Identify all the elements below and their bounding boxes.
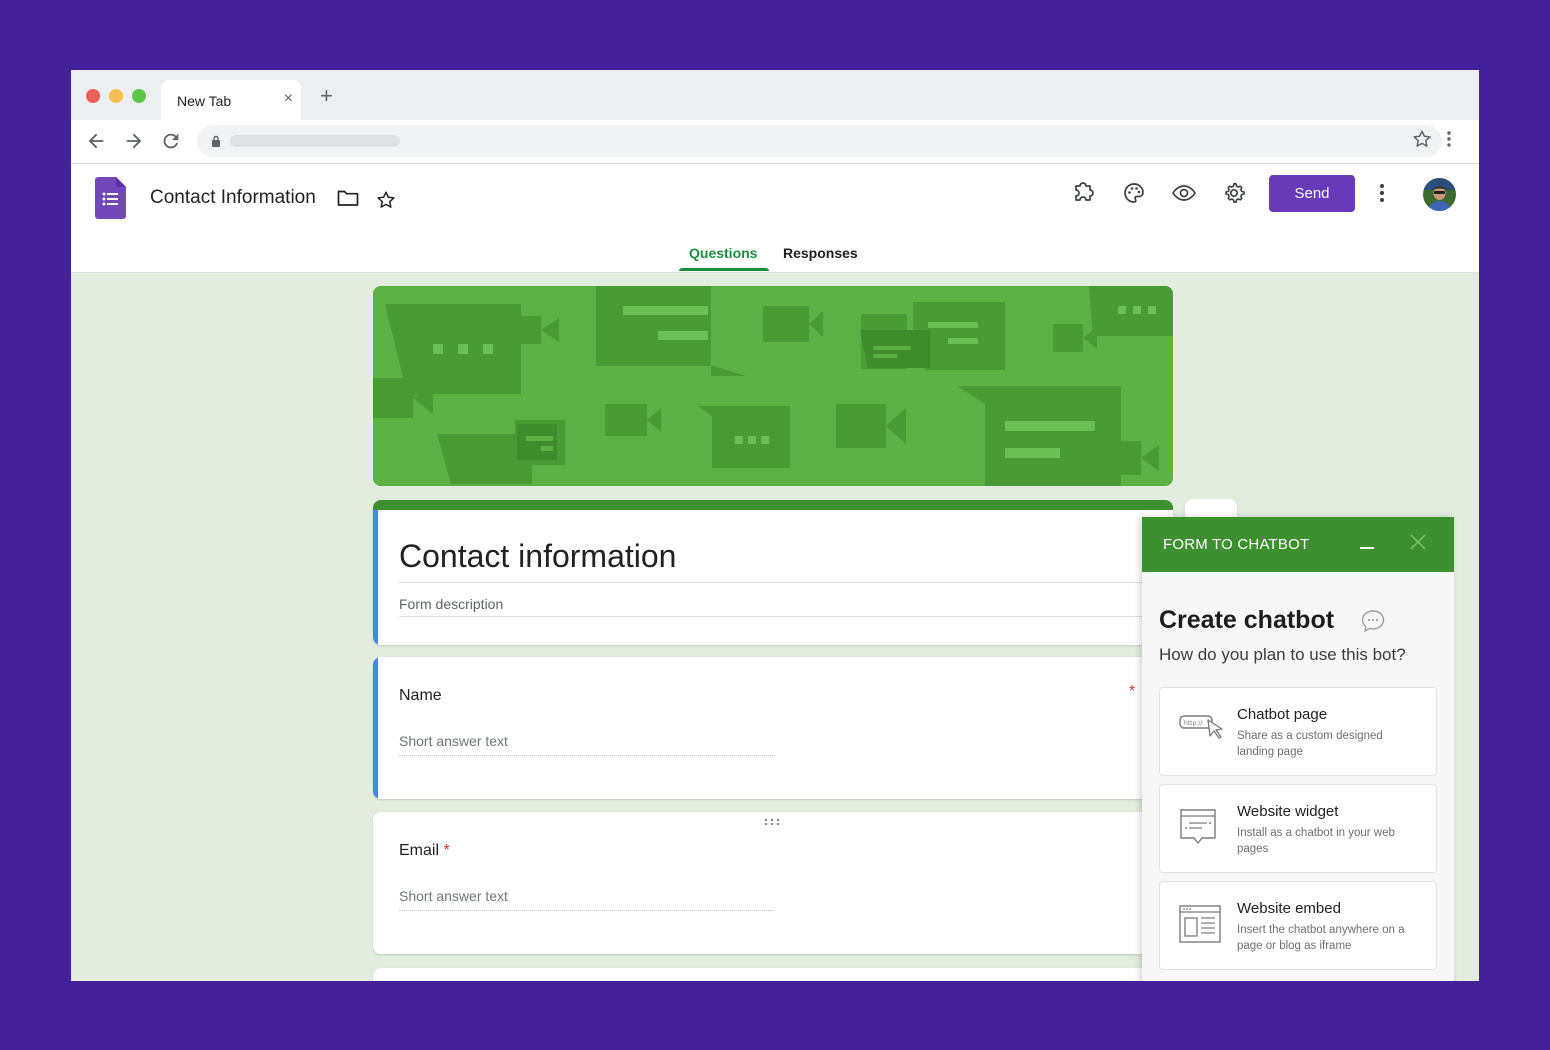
option-title: Website widget (1237, 803, 1339, 820)
form-title-card[interactable]: Contact information Form description (373, 500, 1173, 645)
bookmark-star-icon[interactable] (1411, 128, 1433, 150)
forms-header: Contact Information Send Questions Respo… (71, 164, 1479, 273)
answer-underline (399, 755, 773, 756)
active-tab-indicator (679, 268, 769, 271)
option-website-widget[interactable]: Website widget Install as a chatbot in y… (1159, 784, 1437, 873)
form-to-chatbot-panel: FORM TO CHATBOT Create chatbot How do yo… (1142, 517, 1454, 981)
short-answer-placeholder: Short answer text (399, 888, 508, 904)
more-options-icon[interactable] (1379, 183, 1385, 203)
forms-logo-icon[interactable] (95, 177, 126, 219)
tab-responses[interactable]: Responses (783, 245, 858, 261)
minimize-icon[interactable] (1360, 547, 1374, 549)
folder-icon[interactable] (337, 189, 359, 207)
star-icon[interactable] (375, 189, 397, 211)
browser-window: New Tab × + Contact Information Send Que… (71, 70, 1479, 981)
selected-indicator (373, 657, 378, 799)
address-bar[interactable] (197, 125, 1442, 157)
required-marker: * (1129, 683, 1136, 700)
reload-icon[interactable] (160, 130, 182, 152)
question-card-partial[interactable] (373, 968, 1173, 981)
question-card-name[interactable]: Name * Short answer text (373, 657, 1173, 799)
form-title[interactable]: Contact information (399, 538, 676, 575)
browser-toolbar (71, 120, 1479, 164)
tab-questions[interactable]: Questions (689, 245, 757, 261)
svg-text:http://: http:// (1184, 720, 1203, 727)
description-underline (399, 616, 1159, 617)
panel-heading: Create chatbot (1159, 606, 1335, 634)
new-tab-button[interactable]: + (320, 85, 333, 107)
title-underline (399, 582, 1159, 583)
option-title: Chatbot page (1237, 706, 1328, 723)
tab-strip: New Tab × + (71, 70, 1479, 120)
tab-close-icon[interactable]: × (284, 89, 293, 109)
avatar[interactable] (1423, 178, 1456, 211)
option-description: Install as a chatbot in your web pages (1237, 827, 1395, 855)
panel-header: FORM TO CHATBOT (1142, 517, 1454, 572)
question-label[interactable]: Name (399, 687, 442, 705)
theme-top-bar (373, 500, 1173, 510)
short-answer-placeholder: Short answer text (399, 733, 508, 749)
option-title: Website embed (1237, 900, 1341, 917)
option-description: Share as a custom designed landing page (1237, 730, 1383, 758)
option-chatbot-page[interactable]: http:// Chatbot page Share as a custom d… (1159, 687, 1437, 776)
minimize-window-button[interactable] (109, 89, 123, 103)
question-card-email[interactable]: Email * Short answer text (373, 812, 1173, 954)
palette-icon[interactable] (1122, 181, 1146, 205)
browser-menu-icon[interactable] (1446, 129, 1452, 149)
settings-gear-icon[interactable] (1222, 181, 1246, 205)
embed-layout-icon (1179, 905, 1221, 943)
forward-arrow-icon[interactable] (123, 130, 145, 152)
maximize-window-button[interactable] (132, 89, 146, 103)
option-website-embed[interactable]: Website embed Insert the chatbot anywher… (1159, 881, 1437, 970)
tab-title: New Tab (177, 93, 232, 109)
send-button[interactable]: Send (1269, 175, 1355, 212)
link-cursor-icon: http:// (1179, 715, 1223, 739)
form-header-banner (373, 286, 1173, 486)
panel-subheading: How do you plan to use this bot? (1159, 645, 1406, 664)
question-label[interactable]: Email * (399, 842, 450, 860)
browser-tab[interactable]: New Tab × (161, 80, 301, 120)
lock-icon (212, 135, 220, 147)
selected-indicator (373, 510, 378, 645)
speech-bubble-icon (1361, 610, 1385, 633)
close-icon[interactable] (1408, 532, 1428, 552)
close-window-button[interactable] (86, 89, 100, 103)
preview-eye-icon[interactable] (1171, 181, 1197, 205)
option-description: Insert the chatbot anywhere on a page or… (1237, 924, 1405, 952)
chat-pattern-banner-image (373, 286, 1173, 486)
document-title[interactable]: Contact Information (150, 187, 316, 209)
chat-widget-icon (1180, 809, 1216, 844)
required-marker: * (443, 842, 450, 859)
panel-title: FORM TO CHATBOT (1163, 536, 1310, 553)
form-description-field[interactable]: Form description (399, 596, 503, 612)
url-text (230, 135, 400, 147)
question-label-text: Email (399, 842, 440, 859)
drag-handle-icon[interactable] (763, 818, 781, 826)
add-ons-puzzle-icon[interactable] (1072, 181, 1096, 205)
answer-underline (399, 910, 773, 911)
back-arrow-icon[interactable] (85, 130, 107, 152)
